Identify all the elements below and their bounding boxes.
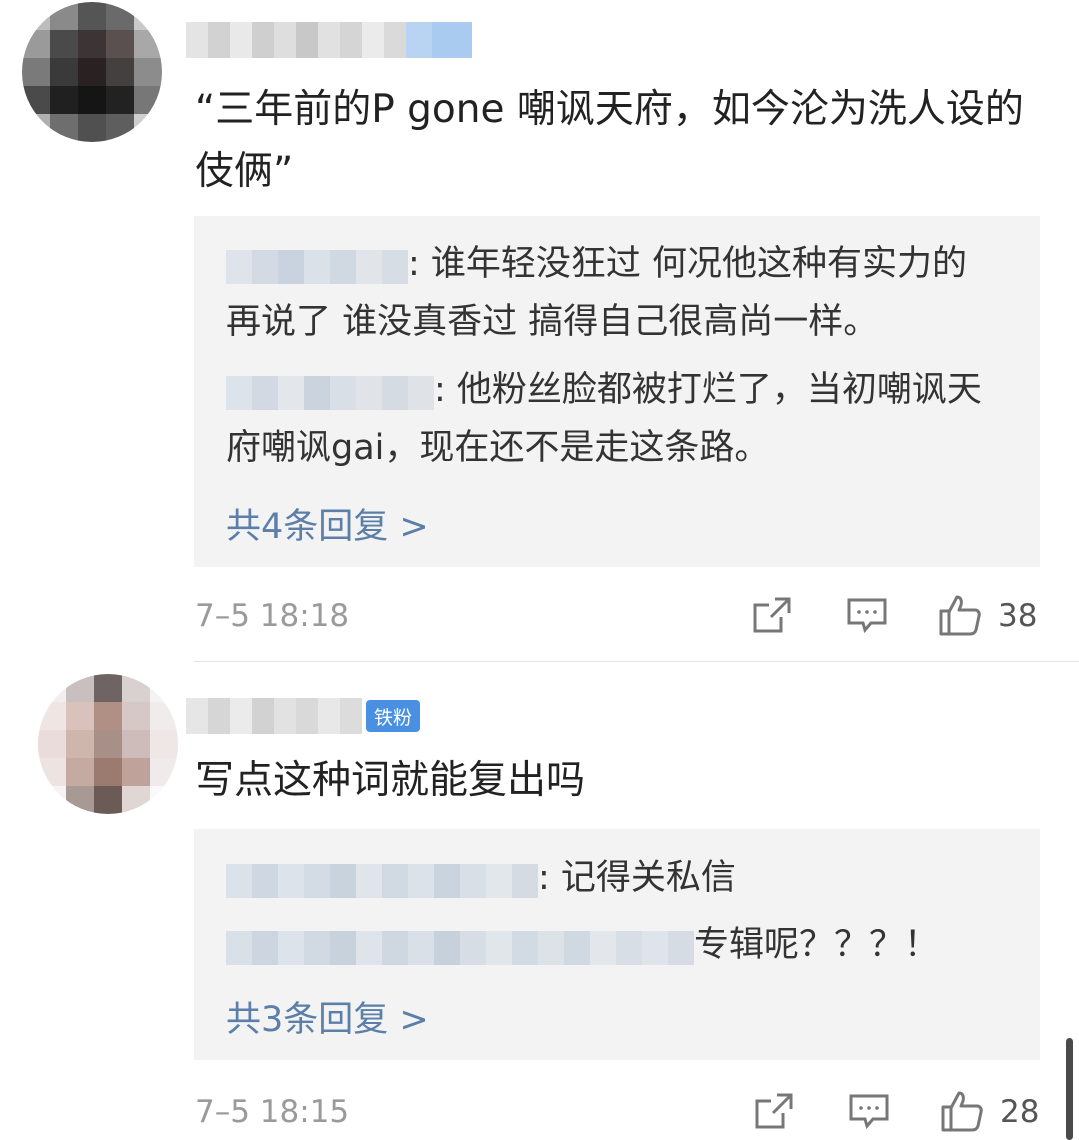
more-replies-link[interactable]: 共3条回复 >: [226, 991, 429, 1042]
more-replies-link[interactable]: 共4条回复 >: [226, 498, 429, 549]
reply-item[interactable]: : 他粉丝脸都被打烂了，当初嘲讽天府嘲讽gai，现在还不是走这条路。: [226, 361, 1006, 477]
thumbs-up-icon[interactable]: [938, 593, 982, 641]
username[interactable]: 铁粉: [186, 698, 421, 734]
reply-username[interactable]: [226, 370, 434, 410]
thumbs-up-icon[interactable]: [940, 1089, 984, 1137]
like-count: 38: [998, 598, 1038, 634]
comment-text: 写点这种词就能复出吗: [195, 758, 586, 803]
comment-item: 铁粉 写点这种词就能复出吗 : 记得关私信 专辑呢？？？！ 共3条回复 > 7–…: [0, 662, 1079, 1140]
reply-text: : 记得关私信: [538, 858, 736, 898]
reply-username[interactable]: [226, 925, 694, 965]
share-icon[interactable]: [753, 1091, 795, 1135]
reply-box[interactable]: : 记得关私信 专辑呢？？？！ 共3条回复 >: [194, 829, 1040, 1060]
comment-footer: 7–5 18:18 38: [195, 591, 1041, 641]
comment-footer: 7–5 18:15 28: [195, 1087, 1041, 1137]
avatar[interactable]: [38, 674, 178, 814]
timestamp: 7–5 18:15: [195, 1094, 350, 1130]
comment-text: “三年前的P gone 嘲讽天府，如今沦为洗人设的伎俩”: [195, 87, 1024, 194]
like-count: 28: [1000, 1094, 1040, 1130]
reply-text: 专辑呢？？？！: [694, 925, 940, 965]
comment-item: “三年前的P gone 嘲讽天府，如今沦为洗人设的伎俩” : 谁年轻没狂过 何况…: [0, 0, 1079, 660]
fan-badge: 铁粉: [366, 700, 421, 732]
reply-username[interactable]: [226, 858, 538, 898]
timestamp: 7–5 18:18: [195, 598, 350, 634]
reply-item[interactable]: : 谁年轻没狂过 何况他这种有实力的 再说了 谁没真香过 搞得自己很高尚一样。: [226, 235, 1006, 351]
comment-icon[interactable]: [848, 1091, 890, 1135]
scrollbar[interactable]: [1066, 1038, 1073, 1140]
reply-item[interactable]: : 记得关私信: [226, 849, 1006, 907]
reply-box[interactable]: : 谁年轻没狂过 何况他这种有实力的 再说了 谁没真香过 搞得自己很高尚一样。 …: [194, 216, 1040, 567]
share-icon[interactable]: [751, 595, 793, 639]
comment-icon[interactable]: [846, 595, 888, 639]
avatar[interactable]: [22, 2, 162, 142]
reply-item[interactable]: 专辑呢？？？！: [226, 916, 1006, 974]
reply-username[interactable]: [226, 244, 408, 284]
username[interactable]: [186, 22, 472, 58]
